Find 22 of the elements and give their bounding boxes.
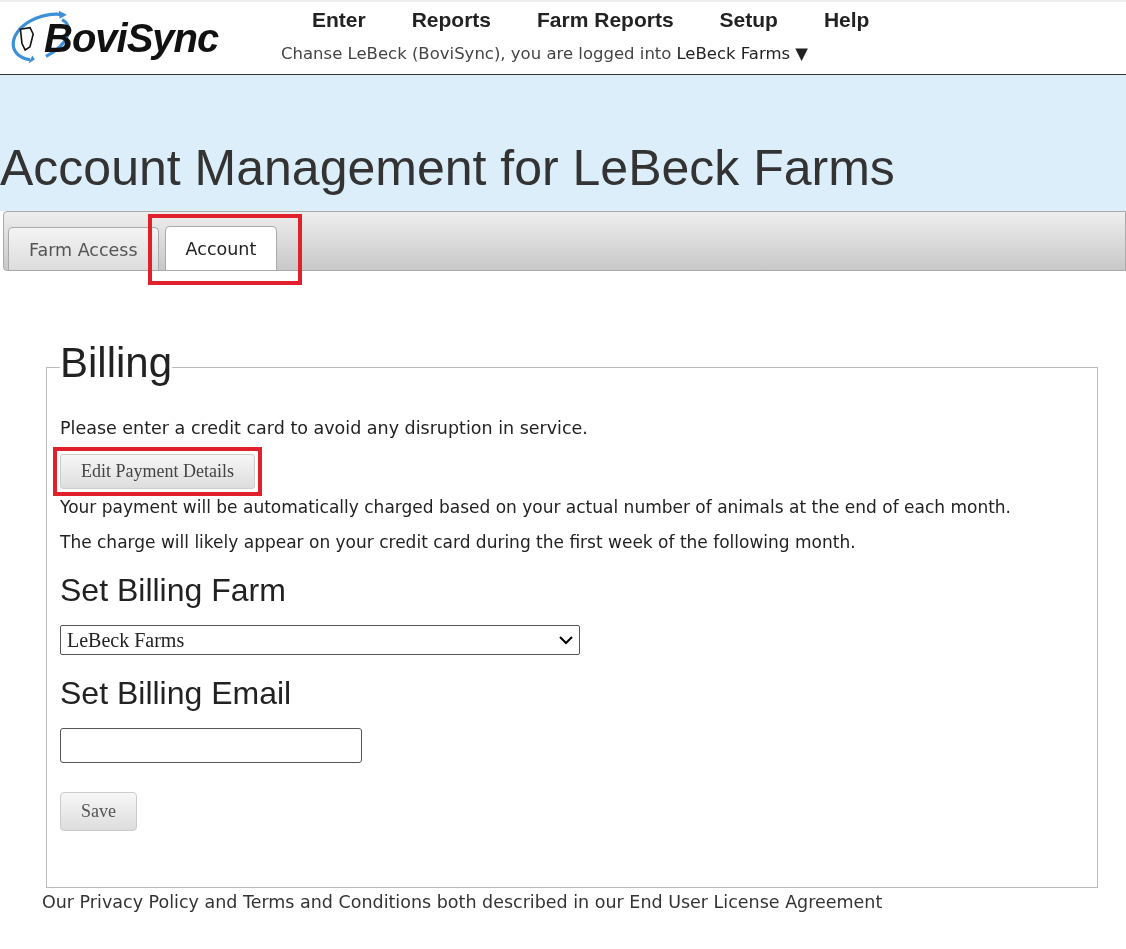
user-info: Chanse LeBeck (BoviSync), you are logged into (281, 44, 672, 63)
page-title: Account Management for LeBeck Farms (0, 139, 895, 197)
notice-text: Please enter a credit card to avoid any disruption in service. (60, 418, 589, 438)
email-field[interactable] (60, 728, 362, 763)
section-heading: Billing (60, 342, 173, 384)
edit-payment-button[interactable]: Edit Payment Details (60, 454, 255, 489)
nav-link[interactable]: Help (823, 8, 870, 32)
farm-select[interactable]: LeBeck Farms (60, 625, 580, 655)
farm-menu[interactable]: LeBeck Farms ▼ (676, 44, 809, 63)
info-text: The charge will likely appear on your credit card during the first week of the following month. (60, 532, 857, 552)
footer-text: Our Privacy Policy and Terms and Conditions both described in our End User License Agreement (42, 892, 884, 912)
section-heading: Set Billing Email (60, 675, 293, 712)
nav-link[interactable]: Reports (411, 8, 492, 32)
chevron-down-icon (559, 635, 573, 645)
save-button[interactable]: Save (60, 792, 137, 831)
nav-link[interactable]: Enter (312, 8, 366, 32)
tab[interactable]: Farm Access (8, 227, 159, 270)
nav-link[interactable]: Farm Reports (537, 8, 674, 32)
nav-link[interactable]: Setup (719, 8, 778, 32)
tab[interactable]: Account (164, 226, 278, 270)
info-text: Your payment will be automatically charged based on your actual number of animals at the end of each month. (60, 497, 1012, 517)
section-heading: Set Billing Farm (60, 572, 287, 609)
